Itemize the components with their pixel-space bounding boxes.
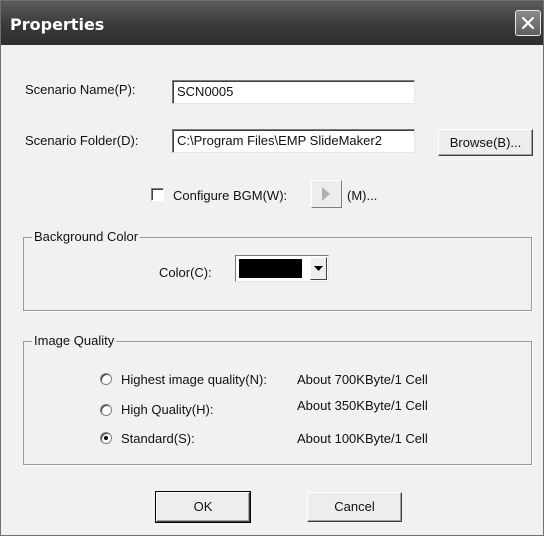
- scenario-name-label: Scenario Name(P):: [25, 82, 136, 97]
- browse-button[interactable]: Browse(B)...: [438, 129, 533, 156]
- dialog-body: Scenario Name(P): SCN0005 Scenario Folde…: [1, 45, 543, 535]
- ok-button-label: OK: [193, 499, 213, 514]
- color-swatch: [239, 259, 302, 278]
- image-quality-group: [23, 341, 532, 465]
- title-bar[interactable]: Properties: [1, 1, 543, 45]
- play-bgm-button[interactable]: [311, 180, 342, 208]
- color-select[interactable]: [235, 255, 329, 282]
- browse-button-label: Browse(B)...: [449, 135, 522, 150]
- color-dropdown-button[interactable]: [310, 257, 327, 280]
- properties-dialog: Properties Scenario Name(P): SCN0005 Sce…: [0, 0, 544, 536]
- high-quality-label: High Quality(H):: [121, 402, 214, 417]
- close-icon: [521, 16, 535, 30]
- chevron-down-icon: [314, 266, 323, 271]
- scenario-folder-label: Scenario Folder(D):: [25, 133, 139, 148]
- music-select-link[interactable]: (M)...: [347, 188, 377, 203]
- play-icon: [322, 187, 330, 201]
- color-label: Color(C):: [159, 265, 212, 280]
- background-color-group-title: Background Color: [32, 229, 141, 244]
- standard-quality-label: Standard(S):: [121, 431, 195, 446]
- highest-quality-label: Highest image quality(N):: [121, 372, 267, 387]
- high-quality-radio[interactable]: [100, 404, 112, 416]
- close-button[interactable]: [515, 10, 541, 36]
- ok-button[interactable]: OK: [155, 491, 251, 523]
- dialog-title: Properties: [10, 15, 105, 34]
- image-quality-group-title: Image Quality: [32, 333, 117, 348]
- high-quality-size: About 350KByte/1 Cell: [297, 398, 428, 413]
- selected-dot: [104, 436, 108, 440]
- scenario-name-input[interactable]: SCN0005: [172, 80, 415, 104]
- configure-bgm-label: Configure BGM(W):: [173, 188, 288, 203]
- scenario-folder-input[interactable]: C:\Program Files\EMP SlideMaker2: [172, 129, 415, 153]
- cancel-button[interactable]: Cancel: [307, 492, 402, 522]
- highest-quality-radio[interactable]: [100, 373, 112, 385]
- standard-quality-size: About 100KByte/1 Cell: [297, 431, 428, 446]
- standard-quality-radio[interactable]: [100, 432, 112, 444]
- cancel-button-label: Cancel: [334, 499, 375, 514]
- configure-bgm-checkbox[interactable]: [151, 188, 164, 201]
- highest-quality-size: About 700KByte/1 Cell: [297, 372, 428, 387]
